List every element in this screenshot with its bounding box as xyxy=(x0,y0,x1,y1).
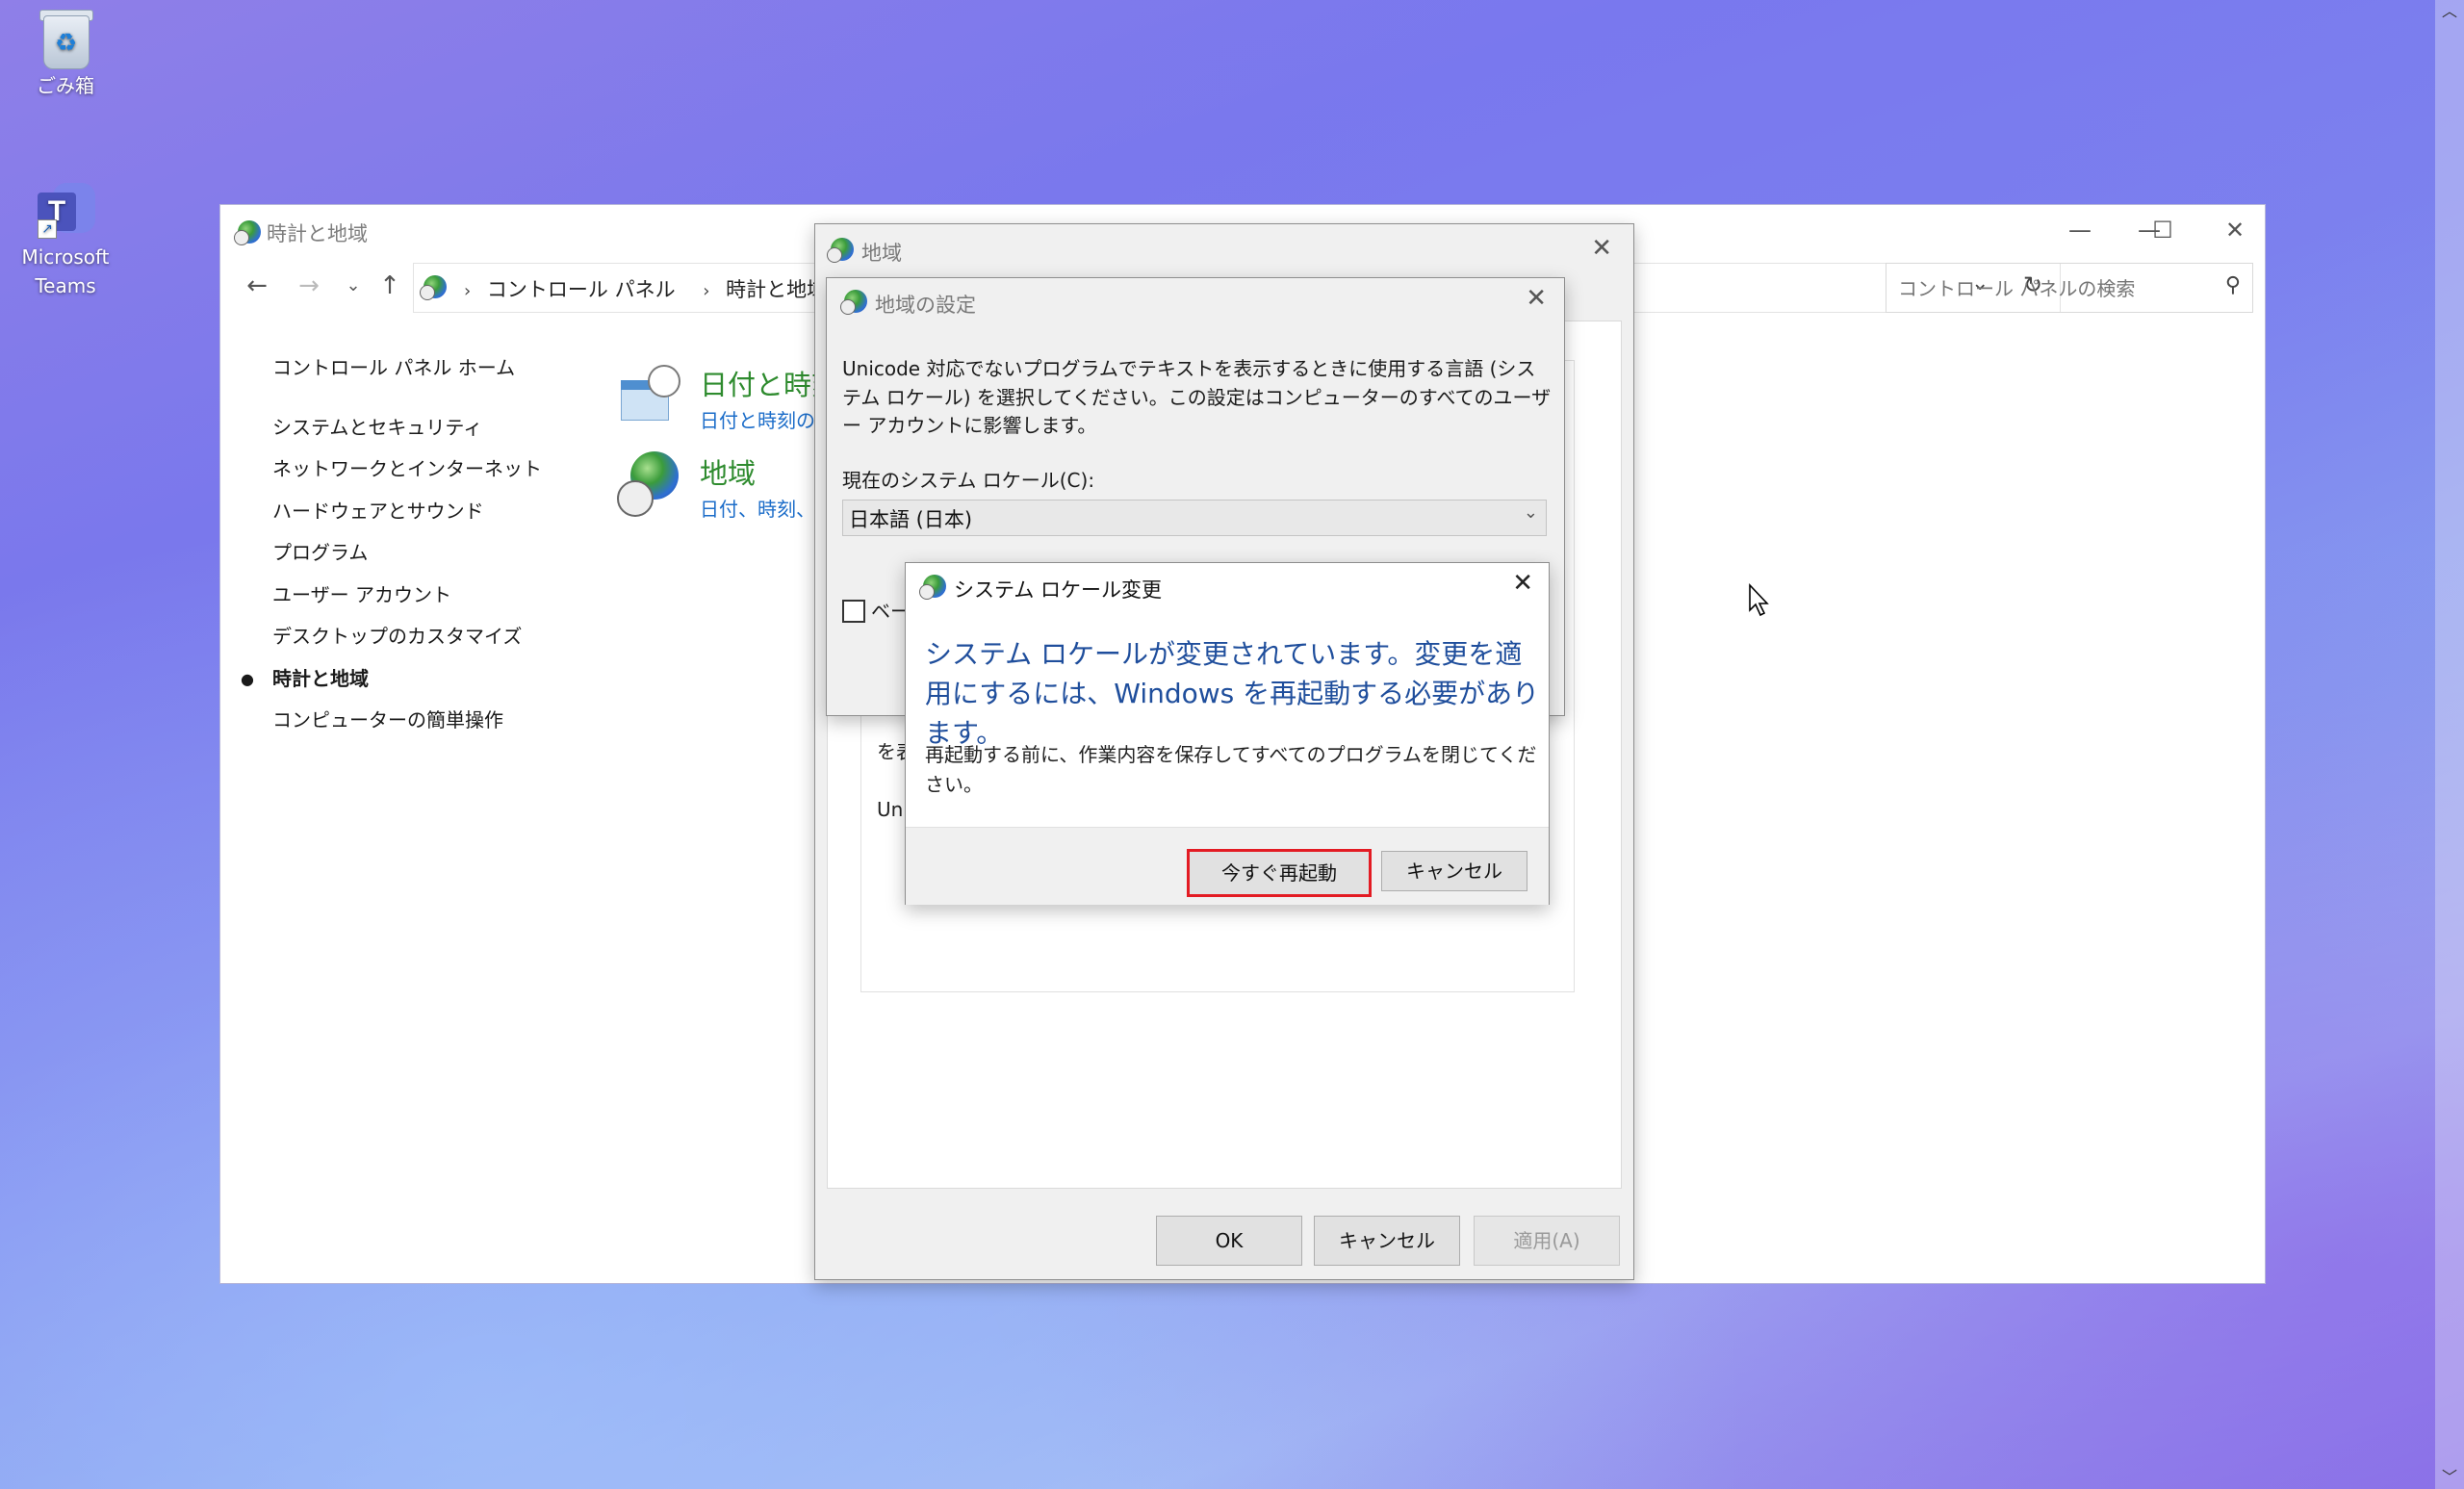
sidebar-item-network[interactable]: ネットワークとインターネット xyxy=(272,449,561,491)
breadcrumb-separator-icon: › xyxy=(464,281,472,301)
minimize-icon[interactable]: — xyxy=(2040,205,2120,255)
dialog-footer: 今すぐ再起動 キャンセル xyxy=(906,827,1549,905)
desktop-scrollbar[interactable]: ︿ ﹀ xyxy=(2435,0,2464,1489)
category-subtitle[interactable]: 日付、時刻、 xyxy=(700,494,815,522)
region-settings-icon xyxy=(840,288,867,315)
search-input[interactable] xyxy=(1896,273,2208,304)
dialog-title: システム ロケール変更 xyxy=(954,578,1163,602)
close-icon[interactable]: ✕ xyxy=(1526,284,1547,313)
teams-icon: T ↗ xyxy=(32,179,99,243)
system-locale-value: 日本語 (日本) xyxy=(849,508,973,531)
desktop-icon-label: ごみ箱 xyxy=(37,74,94,97)
search-box[interactable]: ⚲ xyxy=(1886,263,2253,313)
recycle-bin-icon: ♻ xyxy=(36,6,95,69)
dialog-title: 地域の設定 xyxy=(875,294,976,317)
sidebar: コントロール パネル ホーム システムとセキュリティ ネットワークとインターネッ… xyxy=(241,347,561,742)
control-panel-icon xyxy=(234,218,261,245)
sidebar-item-label: 時計と地域 xyxy=(272,666,369,690)
sidebar-item-clock-region[interactable]: ● 時計と地域 xyxy=(241,658,561,701)
back-arrow-icon[interactable]: ← xyxy=(240,269,274,303)
apply-button[interactable]: 適用(A) xyxy=(1474,1216,1620,1266)
restart-headline: システム ロケールが変更されています。変更を適用にするには、Windows を再… xyxy=(925,638,1540,749)
restart-body-text: 再起動する前に、作業内容を保存してすべてのプログラムを閉じてください。 xyxy=(925,743,1537,796)
desktop-icon-recycle-bin[interactable]: ♻ ごみ箱 xyxy=(8,6,123,100)
sidebar-item-hardware-sound[interactable]: ハードウェアとサウンド xyxy=(272,491,561,533)
locale-label: 現在のシステム ロケール(C): xyxy=(842,469,1095,492)
recent-locations-chevron-icon[interactable]: ⌄ xyxy=(336,269,371,303)
sidebar-item-desktop-customization[interactable]: デスクトップのカスタマイズ xyxy=(272,616,561,658)
sidebar-item-user-accounts[interactable]: ユーザー アカウント xyxy=(272,575,561,617)
close-icon[interactable]: ✕ xyxy=(1512,569,1533,598)
beta-checkbox-label[interactable]: ベー xyxy=(871,596,910,624)
search-icon: ⚲ xyxy=(2224,273,2241,297)
sidebar-item-home[interactable]: コントロール パネル ホーム xyxy=(272,347,561,390)
breadcrumb-control-panel[interactable]: コントロール パネル xyxy=(487,278,676,301)
globe-clock-icon xyxy=(617,451,680,517)
desktop-icon-label: Microsoft Teams xyxy=(21,245,110,297)
scroll-down-arrow[interactable]: ﹀ xyxy=(2435,1466,2464,1489)
region-dialog-icon xyxy=(827,236,854,263)
mouse-cursor-icon xyxy=(1749,583,1769,617)
calendar-clock-icon xyxy=(617,363,680,426)
cancel-button[interactable]: キャンセル xyxy=(1381,851,1527,891)
beta-utf8-checkbox[interactable] xyxy=(842,600,865,623)
breadcrumb-separator-icon: › xyxy=(703,281,710,301)
dialog-title: 地域 xyxy=(861,242,902,265)
chevron-down-icon: ⌄ xyxy=(1523,502,1538,523)
category-title[interactable]: 地域 xyxy=(700,451,756,492)
desktop-icon-teams[interactable]: T ↗ Microsoft Teams xyxy=(8,179,123,300)
up-arrow-icon[interactable]: ↑ xyxy=(372,269,407,303)
sidebar-item-system-security[interactable]: システムとセキュリティ xyxy=(272,407,561,449)
partial-text: Uni xyxy=(877,798,909,821)
ok-button[interactable]: OK xyxy=(1156,1216,1302,1266)
forward-arrow-icon[interactable]: → xyxy=(292,269,326,303)
close-icon[interactable]: ✕ xyxy=(1591,234,1612,263)
close-button[interactable]: ✕ xyxy=(2205,205,2265,255)
category-subtitle[interactable]: 日付と時刻の xyxy=(700,405,815,433)
sidebar-item-programs[interactable]: プログラム xyxy=(272,532,561,575)
locale-description: Unicode 対応でないプログラムでテキストを表示するときに使用する言語 (シ… xyxy=(842,357,1552,437)
breadcrumb-clock-region[interactable]: 時計と地域 xyxy=(726,278,827,301)
system-locale-change-dialog: システム ロケール変更 ✕ システム ロケールが変更されています。変更を適用にす… xyxy=(905,562,1550,905)
active-bullet-icon: ● xyxy=(241,669,254,688)
restart-now-button[interactable]: 今すぐ再起動 xyxy=(1187,849,1372,897)
window-title: 時計と地域 xyxy=(267,222,368,245)
maximize-button[interactable]: ☐ xyxy=(2122,205,2203,255)
system-locale-icon xyxy=(919,573,946,600)
system-locale-select[interactable]: 日本語 (日本) ⌄ xyxy=(842,500,1547,536)
address-globe-icon xyxy=(420,273,447,300)
cancel-button[interactable]: キャンセル xyxy=(1314,1216,1460,1266)
sidebar-item-ease-of-access[interactable]: コンピューターの簡単操作 xyxy=(272,700,561,742)
scroll-up-arrow[interactable]: ︿ xyxy=(2435,0,2464,23)
